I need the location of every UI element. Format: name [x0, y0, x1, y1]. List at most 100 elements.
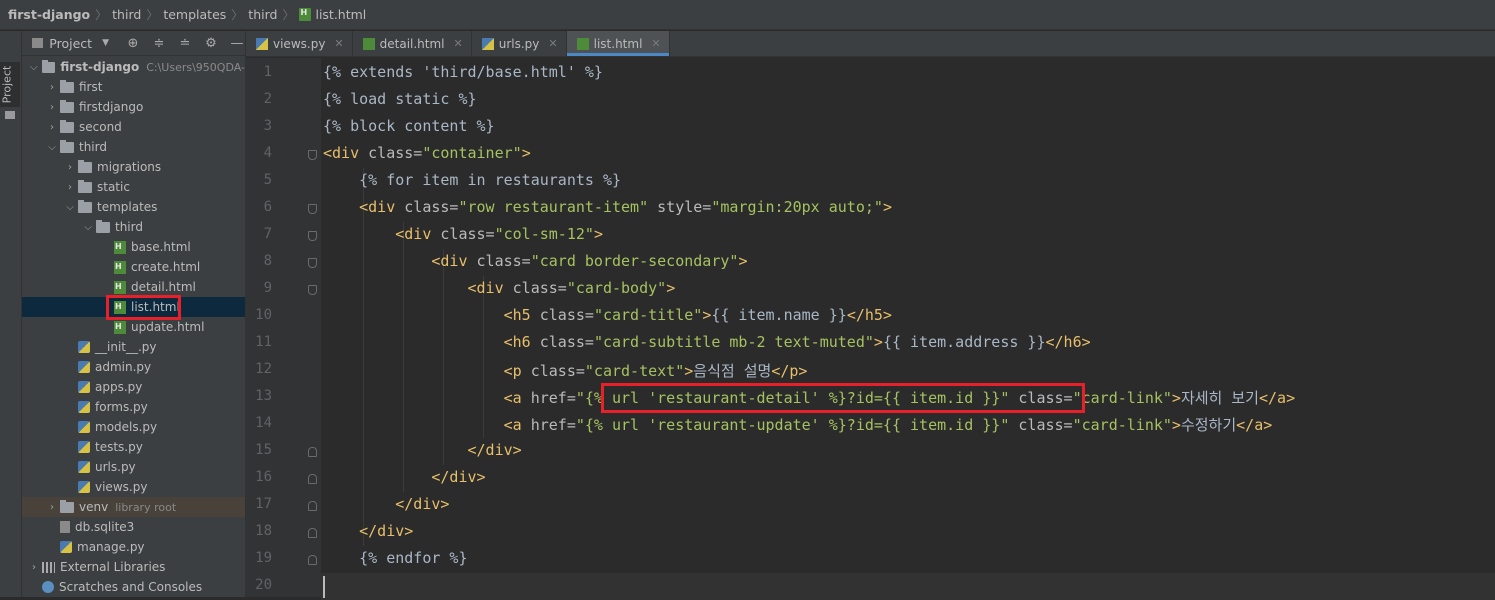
tree-row[interactable]: tests.py	[22, 437, 245, 457]
python-file-icon	[256, 37, 268, 50]
tree-row[interactable]: › static	[22, 177, 245, 197]
fold-marker-icon[interactable]	[308, 447, 317, 457]
tree-row[interactable]: › first	[22, 77, 245, 97]
code-token: "card-subtitle mb-2 text-muted"	[593, 333, 874, 351]
hide-panel-icon[interactable]: —	[229, 36, 245, 51]
code-token: <div	[359, 198, 405, 216]
view-dropdown-icon[interactable]: ▼	[102, 38, 109, 48]
python-file-icon	[78, 361, 90, 373]
tree-item-label: migrations	[97, 160, 162, 174]
code-line: {% extends 'third/base.html' %}	[323, 63, 603, 81]
close-tab-icon[interactable]: ✕	[651, 37, 660, 50]
fold-marker-icon[interactable]	[308, 231, 317, 241]
editor-tab[interactable]: urls.py ✕	[472, 31, 567, 56]
tree-row[interactable]: views.py	[22, 477, 245, 497]
tree-row[interactable]: › second	[22, 117, 245, 137]
folder-icon	[60, 139, 74, 153]
code-token: </div>	[431, 468, 486, 486]
python-file-icon	[78, 481, 90, 493]
code-token: <a	[503, 389, 531, 407]
breadcrumb-item-templates[interactable]: templates	[163, 7, 226, 22]
tree-row[interactable]: › venv library root	[22, 497, 245, 517]
fold-marker-icon[interactable]	[308, 555, 317, 565]
tree-row[interactable]: ⌵ templates	[22, 197, 245, 217]
gear-icon[interactable]: ⚙	[203, 36, 219, 51]
library-icon	[42, 561, 55, 573]
fold-marker-icon[interactable]	[308, 528, 317, 538]
code-line: </div>	[323, 522, 413, 540]
tree-row[interactable]: › migrations	[22, 157, 245, 177]
tree-row[interactable]: urls.py	[22, 457, 245, 477]
code-editor[interactable]: {% extends 'third/base.html' %} {% load s…	[321, 58, 1495, 600]
fold-marker-icon[interactable]	[308, 150, 317, 160]
editor-tab[interactable]: detail.html ✕	[353, 31, 472, 56]
tree-item-label: admin.py	[95, 360, 152, 374]
code-line: <div class="container">	[323, 144, 531, 162]
tree-row[interactable]: update.html	[22, 317, 245, 337]
code-line: </div>	[323, 441, 522, 459]
close-tab-icon[interactable]: ✕	[334, 37, 343, 50]
tree-row[interactable]: ⌵ third	[22, 217, 245, 237]
line-number: 12	[255, 361, 272, 377]
code-line: <a href="{% url 'restaurant-update' %}?i…	[323, 414, 1273, 435]
tree-row[interactable]: › External Libraries	[22, 557, 245, 577]
tree-row[interactable]: apps.py	[22, 377, 245, 397]
tree-row[interactable]: admin.py	[22, 357, 245, 377]
tree-row[interactable]: detail.html	[22, 277, 245, 297]
tree-item-label: first-django	[60, 60, 140, 74]
editor-tab[interactable]: views.py ✕	[246, 31, 353, 56]
chevron-right-icon[interactable]: ›	[62, 182, 78, 193]
chevron-right-icon[interactable]: ›	[26, 562, 42, 573]
project-panel-header: Project ▼ ⊕ ≑ ≐ ⚙ —	[22, 31, 245, 56]
chevron-right-icon[interactable]: ›	[44, 502, 60, 513]
editor-tab[interactable]: list.html ✕	[566, 31, 670, 56]
breadcrumb-item-third-sub[interactable]: third	[248, 7, 277, 22]
project-tool-label[interactable]: Project	[0, 66, 13, 104]
tree-row[interactable]: forms.py	[22, 397, 245, 417]
breadcrumb-item-project[interactable]: first-django	[8, 7, 90, 22]
fold-marker-icon[interactable]	[308, 474, 317, 484]
chevron-right-icon[interactable]: ›	[44, 102, 60, 113]
collapse-all-icon[interactable]: ≐	[177, 36, 193, 51]
fold-marker-icon[interactable]	[308, 204, 317, 214]
chevron-down-icon[interactable]: ⌵	[26, 62, 42, 73]
tree-row[interactable]: › firstdjango	[22, 97, 245, 117]
fold-marker-icon[interactable]	[308, 258, 317, 268]
code-token: "row restaurant-item"	[458, 198, 658, 216]
tree-row[interactable]: Scratches and Consoles	[22, 577, 245, 597]
breadcrumb-item-third[interactable]: third	[112, 7, 141, 22]
tree-row[interactable]: __init__.py	[22, 337, 245, 357]
chevron-right-icon[interactable]: ›	[44, 82, 60, 93]
project-panel-title[interactable]: Project	[49, 36, 92, 51]
tree-row[interactable]: manage.py	[22, 537, 245, 557]
html-file-icon	[114, 260, 126, 274]
fold-marker-icon[interactable]	[308, 285, 317, 295]
locate-file-icon[interactable]: ⊕	[125, 36, 141, 51]
highlight-box-tree	[106, 295, 181, 320]
chevron-down-icon[interactable]: ⌵	[62, 202, 78, 213]
chevron-down-icon[interactable]: ⌵	[44, 142, 60, 153]
code-token: >	[684, 362, 694, 380]
tree-row[interactable]: create.html	[22, 257, 245, 277]
expand-all-icon[interactable]: ≑	[151, 36, 167, 51]
tree-row[interactable]: ⌵ first-django C:\Users\950QDA-	[22, 57, 245, 77]
code-line: <div class="col-sm-12">	[323, 225, 603, 243]
tree-row[interactable]: db.sqlite3	[22, 517, 245, 537]
chevron-down-icon[interactable]: ⌵	[80, 222, 96, 233]
fold-marker-icon[interactable]	[308, 501, 317, 511]
close-tab-icon[interactable]: ✕	[548, 37, 557, 50]
chevron-right-icon[interactable]: ›	[44, 122, 60, 133]
tree-row[interactable]: base.html	[22, 237, 245, 257]
code-token: "container"	[422, 144, 522, 162]
tree-item-label: create.html	[131, 260, 201, 274]
tree-row[interactable]: models.py	[22, 417, 245, 437]
code-token: class=	[476, 252, 531, 270]
code-line: <p class="card-text">음식점 설명</p>	[323, 360, 808, 381]
close-tab-icon[interactable]: ✕	[454, 37, 463, 50]
tree-row[interactable]: ⌵ third	[22, 137, 245, 157]
breadcrumb-item-file[interactable]: list.html	[299, 7, 366, 22]
chevron-right-icon[interactable]: ›	[62, 162, 78, 173]
tree-item-label: views.py	[95, 480, 148, 494]
